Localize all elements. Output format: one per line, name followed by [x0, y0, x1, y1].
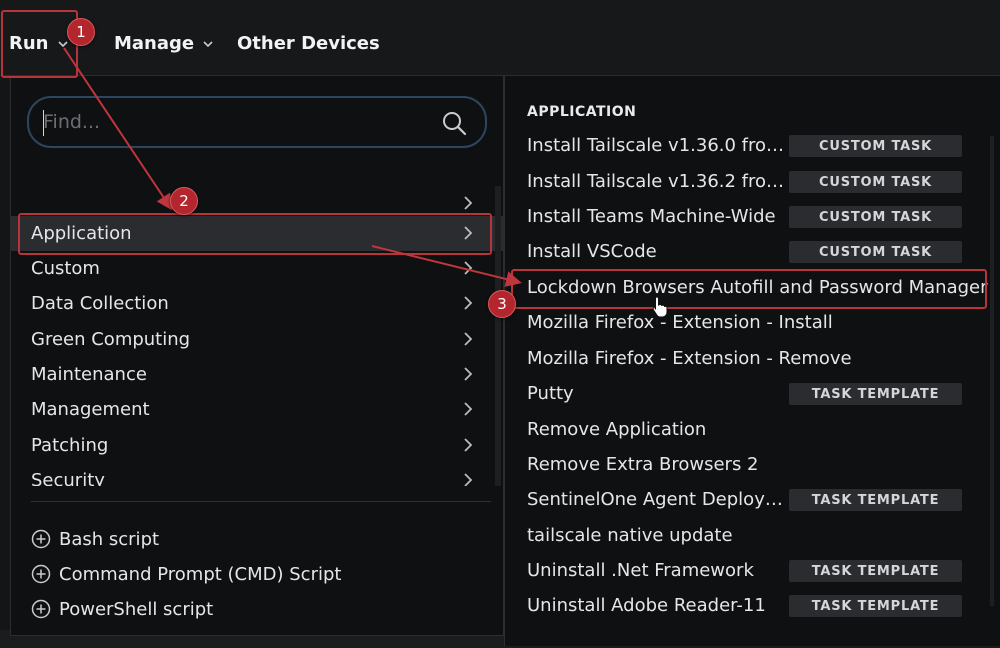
bash-script-item[interactable]: Bash script	[31, 524, 159, 554]
submenu-scrollbar[interactable]	[990, 136, 994, 606]
category-label: Data Collection	[31, 293, 169, 314]
chevron-down-icon	[203, 40, 213, 47]
task-type-badge: CUSTOM TASK	[789, 171, 962, 193]
submenu-header: APPLICATION	[527, 104, 637, 120]
search-icon[interactable]	[441, 110, 467, 136]
task-name: Remove Application	[527, 419, 707, 440]
category-label: Custom	[31, 258, 100, 279]
task-name: Install VSCode	[527, 241, 657, 262]
task-item-lockdown-browsers[interactable]: Lockdown Browsers Autofill and Password …	[505, 271, 1000, 306]
task-item[interactable]: Install Tailscale v1.36.2 from ... CUSTO…	[505, 165, 1000, 200]
task-name: Install Tailscale v1.36.2 from ...	[527, 171, 785, 192]
category-label: Patching	[31, 435, 109, 456]
task-name: Putty	[527, 383, 574, 404]
task-type-badge: CUSTOM TASK	[789, 241, 962, 263]
category-label: Maintenance	[31, 364, 147, 385]
plus-circle-icon	[31, 564, 51, 584]
task-name: tailscale native update	[527, 525, 733, 546]
other-devices-label: Other Devices	[237, 33, 380, 54]
category-item-data-collection[interactable]: Data Collection	[11, 286, 505, 321]
category-label: Management	[31, 399, 150, 420]
category-item-management[interactable]: Management	[11, 392, 505, 427]
chevron-right-icon	[464, 196, 473, 210]
chevron-right-icon	[464, 438, 473, 452]
task-name: Install Tailscale v1.36.0 from ...	[527, 135, 785, 156]
other-devices-button[interactable]: Other Devices	[237, 33, 380, 54]
top-navigation-bar: Run Manage Other Devices	[0, 0, 1000, 76]
step-marker-1: 1	[67, 18, 95, 46]
plus-circle-icon	[31, 529, 51, 549]
category-item-patching[interactable]: Patching	[11, 428, 505, 463]
chevron-right-icon	[464, 402, 473, 416]
task-item[interactable]: Uninstall .Net Framework TASK TEMPLATE	[505, 554, 1000, 589]
manage-label: Manage	[114, 33, 195, 54]
chevron-right-icon	[464, 261, 473, 275]
chevron-right-icon	[464, 473, 473, 486]
chevron-down-icon	[57, 40, 68, 47]
task-item[interactable]: Remove Application	[505, 413, 1000, 448]
task-item[interactable]: Install Teams Machine-Wide CUSTOM TASK	[505, 200, 1000, 235]
step-marker-2: 2	[170, 187, 198, 215]
category-label: Application	[31, 223, 132, 244]
run-label: Run	[9, 33, 49, 54]
task-item[interactable]: Install Tailscale v1.36.0 from ... CUSTO…	[505, 129, 1000, 164]
powershell-script-item[interactable]: PowerShell script	[31, 594, 213, 624]
plus-circle-icon	[31, 599, 51, 619]
chevron-right-icon	[464, 296, 473, 310]
category-item-security[interactable]: Security	[11, 463, 505, 486]
step-marker-3: 3	[488, 290, 516, 318]
run-dropdown-menu: Find... Application Custom Data Collecti…	[10, 76, 505, 636]
chevron-right-icon	[464, 332, 473, 346]
hand-cursor-icon	[652, 296, 668, 318]
search-input[interactable]: Find...	[27, 96, 487, 148]
category-label: Security	[31, 470, 105, 486]
task-name: Lockdown Browsers Autofill and Password …	[527, 277, 988, 298]
application-submenu: APPLICATION Install Tailscale v1.36.0 fr…	[504, 76, 1000, 646]
category-list: Application Custom Data Collection Green…	[11, 186, 505, 486]
task-item[interactable]: Install VSCode CUSTOM TASK	[505, 235, 1000, 270]
task-name: Mozilla Firefox - Extension - Install	[527, 312, 833, 333]
manage-menu-button[interactable]: Manage	[114, 33, 214, 54]
task-type-badge: TASK TEMPLATE	[789, 383, 962, 405]
category-item-application[interactable]: Application	[11, 216, 505, 251]
task-name: Uninstall Adobe Reader-11	[527, 595, 766, 616]
task-item[interactable]: Mozilla Firefox - Extension - Remove	[505, 342, 1000, 377]
task-item[interactable]: Uninstall Adobe Reader-11 TASK TEMPLATE	[505, 589, 1000, 624]
task-type-badge: CUSTOM TASK	[789, 206, 962, 228]
task-type-badge: TASK TEMPLATE	[789, 560, 962, 582]
task-item[interactable]: tailscale native update	[505, 519, 1000, 554]
task-name: Mozilla Firefox - Extension - Remove	[527, 348, 852, 369]
cmd-script-item[interactable]: Command Prompt (CMD) Script	[31, 559, 341, 589]
task-item[interactable]: SentinelOne Agent Deploym... TASK TEMPLA…	[505, 483, 1000, 518]
category-scrollbar[interactable]	[495, 186, 501, 486]
task-item[interactable]: Mozilla Firefox - Extension - Install	[505, 306, 1000, 341]
script-label: PowerShell script	[59, 598, 214, 620]
task-type-badge: TASK TEMPLATE	[789, 595, 962, 617]
category-label: Green Computing	[31, 329, 191, 350]
chevron-right-icon	[464, 367, 473, 381]
task-item[interactable]: Putty TASK TEMPLATE	[505, 377, 1000, 412]
task-name: SentinelOne Agent Deploym...	[527, 489, 785, 510]
run-menu-button[interactable]: Run	[9, 33, 69, 54]
chevron-right-icon	[464, 226, 473, 240]
task-name: Remove Extra Browsers 2	[527, 454, 759, 475]
task-item[interactable]: Remove Extra Browsers 2	[505, 448, 1000, 483]
category-item-custom[interactable]: Custom	[11, 251, 505, 286]
task-name: Install Teams Machine-Wide	[527, 206, 776, 227]
divider	[31, 501, 491, 502]
search-placeholder: Find...	[43, 111, 101, 133]
task-type-badge: TASK TEMPLATE	[789, 489, 962, 511]
task-type-badge: CUSTOM TASK	[789, 135, 962, 157]
script-label: Bash script	[59, 528, 160, 550]
category-item-green-computing[interactable]: Green Computing	[11, 322, 505, 357]
script-label: Command Prompt (CMD) Script	[59, 563, 342, 585]
task-name: Uninstall .Net Framework	[527, 560, 754, 581]
category-item-maintenance[interactable]: Maintenance	[11, 357, 505, 392]
